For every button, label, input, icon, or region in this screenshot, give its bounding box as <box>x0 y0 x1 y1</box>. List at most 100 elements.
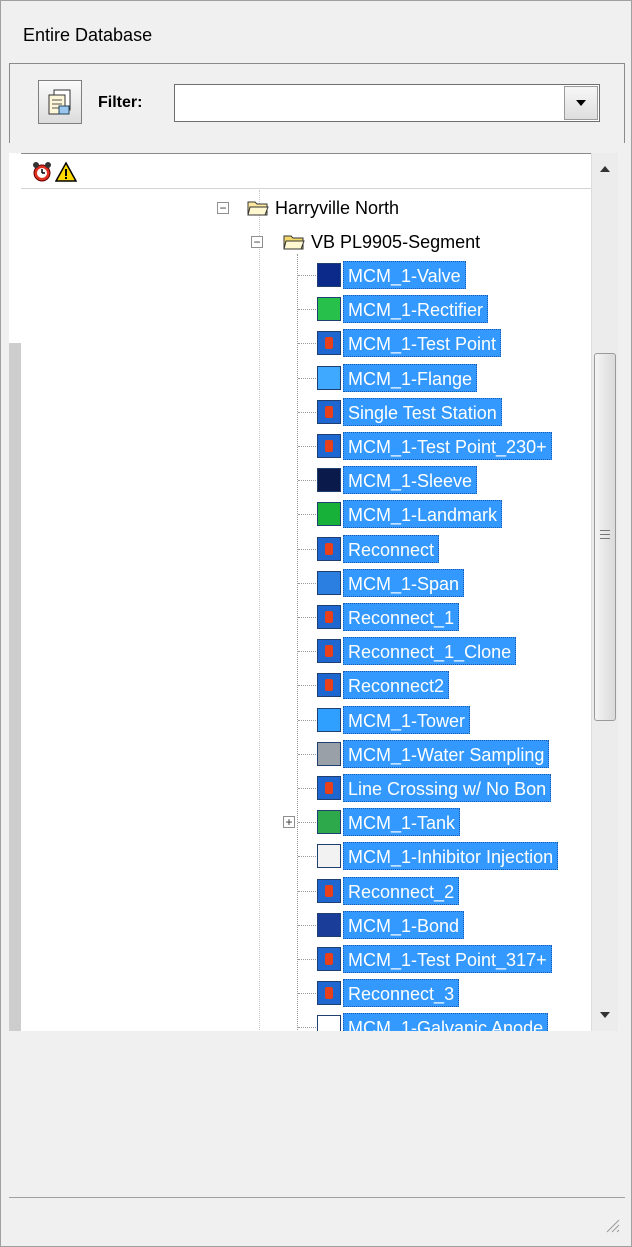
tree-item-label: MCM_1-Inhibitor Injection <box>343 842 559 870</box>
filter-combobox[interactable] <box>174 84 600 122</box>
tower-icon <box>317 708 341 732</box>
vertical-scrollbar[interactable] <box>591 153 618 1031</box>
entire-database-panel: Entire Database Filter: − Harryville Nor… <box>0 0 632 1247</box>
status-header <box>21 154 591 189</box>
test-point-icon <box>317 879 341 903</box>
bond-icon <box>317 913 341 937</box>
scroll-down-icon <box>600 1012 610 1018</box>
tree-item-label: Reconnect_3 <box>343 979 460 1007</box>
document-properties-icon <box>48 89 71 115</box>
scrollbar-thumb[interactable] <box>594 353 616 721</box>
tree-item[interactable]: Reconnect_1 <box>317 602 460 632</box>
tree-item[interactable]: MCM_1-Test Point_317+ <box>317 944 552 974</box>
tree-root-harryville-north[interactable]: Harryville North <box>247 194 399 222</box>
tree-branch-line <box>298 412 316 413</box>
tree-item[interactable]: Reconnect_2 <box>317 876 460 906</box>
tree-branch-line <box>298 275 316 276</box>
tree-branch-line <box>298 993 316 994</box>
galvanic-anode-icon <box>317 1015 341 1032</box>
icon-marker <box>325 440 333 452</box>
tree-branch-line <box>298 959 316 960</box>
test-point-icon <box>317 639 341 663</box>
tree-item[interactable]: MCM_1-Rectifier <box>317 294 489 324</box>
tree-item[interactable]: MCM_1-Test Point_230+ <box>317 431 552 461</box>
tree-item[interactable]: MCM_1-Flange <box>317 363 478 393</box>
scroll-up-icon <box>600 166 610 172</box>
resize-grip-icon[interactable] <box>601 1214 621 1234</box>
icon-marker <box>325 782 333 794</box>
icon-marker <box>325 611 333 623</box>
scroll-down-button[interactable] <box>592 1001 618 1029</box>
alarm-clock-icon <box>33 162 51 182</box>
tree-item-label: MCM_1-Valve <box>343 261 466 289</box>
icon-marker <box>325 337 333 349</box>
tree-connector-line <box>297 254 298 1032</box>
tree-branch-line <box>298 480 316 481</box>
scroll-up-button[interactable] <box>592 155 618 183</box>
rectifier-icon <box>317 297 341 321</box>
tree-branch-line <box>298 549 316 550</box>
icon-marker <box>325 543 333 555</box>
item-16-expander[interactable]: + <box>283 816 295 828</box>
tank-icon <box>317 810 341 834</box>
tree-item-label: Reconnect_2 <box>343 877 460 905</box>
icon-marker <box>325 645 333 657</box>
tree-view[interactable]: − Harryville North − VB PL9905-Segment MCM_1… <box>21 153 591 1032</box>
left-splitter[interactable] <box>9 153 21 1031</box>
tree-item-label: MCM_1-Tower <box>343 706 471 734</box>
tree-item-label: MCM_1-Rectifier <box>343 295 489 323</box>
tree-item-label: MCM_1-Water Sampling <box>343 740 550 768</box>
tree-item-label: Reconnect2 <box>343 671 450 699</box>
tree-item-label: MCM_1-Span <box>343 569 465 597</box>
filter-toolbar: Filter: <box>9 63 625 143</box>
tree-item-label: Reconnect_1 <box>343 603 460 631</box>
icon-marker <box>325 679 333 691</box>
icon-marker <box>325 987 333 999</box>
tree-item[interactable]: MCM_1-Sleeve <box>317 465 478 495</box>
tree-item[interactable]: MCM_1-Bond <box>317 910 465 940</box>
tree-item[interactable]: MCM_1-Landmark <box>317 499 503 529</box>
tree-item[interactable]: MCM_1-Span <box>317 568 465 598</box>
tree-branch-line <box>298 856 316 857</box>
tree-root-label: Harryville North <box>275 197 400 218</box>
root-expander[interactable]: − <box>217 202 229 214</box>
tree-item-label: MCM_1-Galvanic Anode <box>343 1013 549 1032</box>
icon-marker <box>325 953 333 965</box>
tree-branch-line <box>298 788 316 789</box>
test-point-icon <box>317 537 341 561</box>
segment-expander[interactable]: − <box>251 236 263 248</box>
column-divider <box>259 190 261 1030</box>
open-folder-icon <box>247 201 269 216</box>
valve-icon <box>317 263 341 287</box>
tree-item[interactable]: Reconnect_3 <box>317 978 460 1008</box>
tree-item[interactable]: MCM_1-Test Point <box>317 328 502 358</box>
tree-branch-line <box>298 925 316 926</box>
tree-item[interactable]: Line Crossing w/ No Bon <box>317 773 552 803</box>
tree-item[interactable]: Single Test Station <box>317 397 502 427</box>
tree-segment-vb-pl9905[interactable]: VB PL9905-Segment <box>283 228 480 256</box>
tree-item[interactable]: Reconnect <box>317 534 440 564</box>
tree-item[interactable]: MCM_1-Valve <box>317 260 466 290</box>
tree-item-label: Line Crossing w/ No Bon <box>343 774 552 802</box>
document-properties-button[interactable] <box>38 80 82 124</box>
tree-item[interactable]: MCM_1-Tank <box>317 807 461 837</box>
tree-branch-line <box>298 514 316 515</box>
tree-item[interactable]: MCM_1-Inhibitor Injection <box>317 841 559 871</box>
tree-item[interactable]: Reconnect2 <box>317 670 450 700</box>
tree-item[interactable]: MCM_1-Galvanic Anode <box>317 1012 549 1032</box>
chevron-down-icon <box>576 100 586 106</box>
tree-item-label: Reconnect <box>343 535 440 563</box>
tree-item-label: Reconnect_1_Clone <box>343 637 517 665</box>
test-point-icon <box>317 400 341 424</box>
tree-item[interactable]: MCM_1-Water Sampling <box>317 739 550 769</box>
panel-title: Entire Database <box>23 25 153 45</box>
icon-marker <box>325 885 333 897</box>
tree-item[interactable]: Reconnect_1_Clone <box>317 636 517 666</box>
tree-branch-line <box>298 685 316 686</box>
tree-item-label: Single Test Station <box>343 398 502 426</box>
test-point-icon <box>317 605 341 629</box>
tree-item-label: MCM_1-Tank <box>343 808 461 836</box>
filter-dropdown-button[interactable] <box>564 86 598 120</box>
test-point-icon <box>317 434 341 458</box>
tree-item[interactable]: MCM_1-Tower <box>317 705 471 735</box>
